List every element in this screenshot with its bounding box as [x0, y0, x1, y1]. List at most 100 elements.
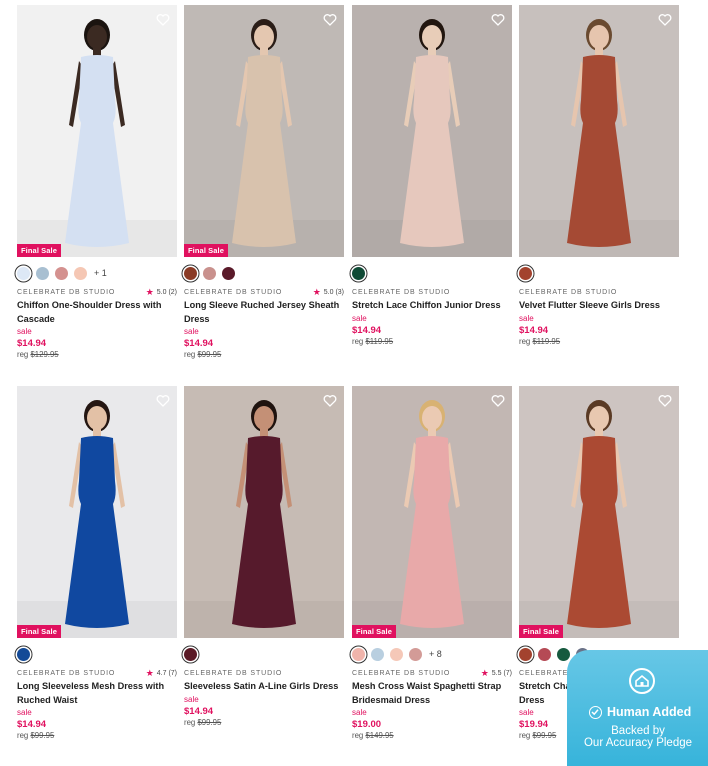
- heart-icon[interactable]: [156, 394, 170, 408]
- product-name-link[interactable]: Stretch Lace Chiffon Junior Dress: [352, 299, 512, 313]
- product-card[interactable]: Final Sale + 8 CELEBRATE DB STUDIO ★ 5.5 (7)…: [352, 386, 512, 740]
- brand-rating-row: CELEBRATE DB STUDIO: [184, 668, 344, 678]
- rating-text: 5.0 (2): [156, 288, 177, 296]
- model-figure: [519, 19, 679, 257]
- product-card[interactable]: CELEBRATE DB STUDIO Sleeveless Satin A-Li…: [184, 386, 344, 727]
- product-rating[interactable]: ★ 5.0 (2): [146, 287, 177, 298]
- color-swatch[interactable]: [36, 266, 49, 280]
- color-swatch[interactable]: [184, 266, 197, 280]
- heart-icon[interactable]: [658, 13, 672, 27]
- color-swatch[interactable]: [538, 647, 551, 661]
- regular-price-value: $119.95: [532, 336, 561, 346]
- color-swatch[interactable]: [352, 266, 365, 280]
- regular-price: reg $99.95: [184, 350, 344, 359]
- sale-label: sale: [17, 708, 32, 717]
- color-swatch[interactable]: [409, 647, 422, 661]
- color-swatches: [184, 265, 344, 281]
- sale-label: sale: [17, 327, 32, 336]
- more-colors-link[interactable]: + 8: [429, 649, 442, 659]
- heart-icon[interactable]: [491, 394, 505, 408]
- heart-icon[interactable]: [658, 394, 672, 408]
- heart-icon[interactable]: [323, 13, 337, 27]
- product-name-link[interactable]: Long Sleeveless Mesh Dress with Ruched W…: [17, 680, 177, 707]
- regular-price-label: reg: [519, 731, 531, 740]
- pledge-line-2: Our Accuracy Pledge: [583, 737, 693, 749]
- product-card[interactable]: Final Sale CELEBRATE DB STUDIO ★ 4.7 (7) Lon…: [17, 386, 177, 740]
- final-sale-badge: Final Sale: [17, 625, 62, 638]
- model-figure: [352, 19, 512, 257]
- regular-price: reg $99.95: [17, 731, 177, 740]
- product-rating[interactable]: ★ 5.0 (3): [313, 287, 344, 298]
- product-image[interactable]: Final Sale: [17, 5, 177, 257]
- sale-price: $14.94: [184, 705, 214, 717]
- color-swatches: [519, 265, 679, 281]
- product-name-link[interactable]: Velvet Flutter Sleeve Girls Dress: [519, 299, 679, 313]
- product-card[interactable]: Final Sale CELEBRATE DB STUDIO ★ 5.0 (3) Lon…: [184, 5, 344, 359]
- sale-label: sale: [184, 327, 199, 336]
- product-card[interactable]: CELEBRATE DB STUDIO Stretch Lace Chiffon …: [352, 5, 512, 346]
- product-image[interactable]: [352, 5, 512, 257]
- sale-label: sale: [352, 708, 367, 717]
- sale-label: sale: [519, 313, 534, 323]
- product-name-link[interactable]: Sleeveless Satin A-Line Girls Dress: [184, 680, 344, 694]
- rating-text: 4.7 (7): [156, 669, 177, 677]
- color-swatch[interactable]: [352, 647, 365, 661]
- regular-price-label: reg: [184, 350, 196, 359]
- color-swatch[interactable]: [557, 647, 570, 661]
- regular-price-label: reg: [519, 336, 531, 346]
- product-rating[interactable]: ★ 4.7 (7): [146, 668, 177, 679]
- regular-price-value: $119.95: [365, 336, 394, 346]
- pledge-subtitle: Backed by Our Accuracy Pledge: [567, 725, 708, 749]
- color-swatch[interactable]: [74, 266, 87, 280]
- regular-price: reg $119.95: [352, 337, 512, 346]
- sale-price: $14.94: [352, 324, 382, 336]
- brand-rating-row: CELEBRATE DB STUDIO ★ 5.5 (7): [352, 668, 512, 678]
- product-image[interactable]: Final Sale: [184, 5, 344, 257]
- product-rating[interactable]: ★ 5.5 (7): [481, 668, 512, 679]
- product-image[interactable]: Final Sale: [519, 386, 679, 638]
- final-sale-badge: Final Sale: [184, 244, 229, 257]
- regular-price-value: $99.95: [197, 717, 222, 727]
- regular-price-value: $99.95: [197, 350, 222, 359]
- product-name-link[interactable]: Mesh Cross Waist Spaghetti Strap Bridesm…: [352, 680, 512, 707]
- star-icon: ★: [480, 667, 489, 678]
- more-colors-link[interactable]: + 1: [94, 268, 107, 278]
- color-swatch[interactable]: [17, 266, 30, 280]
- product-card[interactable]: CELEBRATE DB STUDIO Velvet Flutter Sleeve…: [519, 5, 679, 346]
- color-swatches: [17, 646, 177, 662]
- color-swatch[interactable]: [519, 266, 532, 280]
- regular-price-label: reg: [17, 731, 29, 740]
- color-swatch[interactable]: [390, 647, 403, 661]
- regular-price-label: reg: [17, 350, 29, 359]
- product-name-link[interactable]: Long Sleeve Ruched Jersey Sheath Dress: [184, 299, 344, 326]
- check-icon: [589, 705, 602, 719]
- sale-price: $14.94: [17, 338, 47, 349]
- heart-icon[interactable]: [491, 13, 505, 27]
- regular-price-value: $99.95: [532, 731, 557, 740]
- product-image[interactable]: Final Sale: [352, 386, 512, 638]
- regular-price: reg $149.95: [352, 731, 512, 740]
- color-swatch[interactable]: [222, 266, 235, 280]
- color-swatch[interactable]: [55, 266, 68, 280]
- color-swatch[interactable]: [371, 647, 384, 661]
- color-swatch[interactable]: [184, 647, 197, 661]
- product-name-link[interactable]: Chiffon One-Shoulder Dress with Cascade: [17, 299, 177, 326]
- color-swatch[interactable]: [203, 266, 216, 280]
- model-figure: [17, 400, 177, 638]
- accuracy-pledge-badge[interactable]: Human Added Backed by Our Accuracy Pledg…: [567, 650, 708, 766]
- brand-name: CELEBRATE DB STUDIO: [184, 669, 283, 677]
- star-icon: ★: [145, 667, 154, 678]
- heart-icon[interactable]: [323, 394, 337, 408]
- product-image[interactable]: [184, 386, 344, 638]
- color-swatches: + 1: [17, 265, 177, 281]
- product-image[interactable]: [519, 5, 679, 257]
- color-swatch[interactable]: [519, 647, 532, 661]
- product-image[interactable]: Final Sale: [17, 386, 177, 638]
- pledge-title: Human Added: [589, 705, 691, 719]
- heart-icon[interactable]: [156, 13, 170, 27]
- color-swatch[interactable]: [17, 647, 30, 661]
- regular-price-label: reg: [184, 717, 196, 727]
- product-card[interactable]: Final Sale + 1 CELEBRATE DB STUDIO ★ 5.0 (2)…: [17, 5, 177, 359]
- house-icon: [629, 668, 655, 694]
- color-swatches: [184, 646, 344, 662]
